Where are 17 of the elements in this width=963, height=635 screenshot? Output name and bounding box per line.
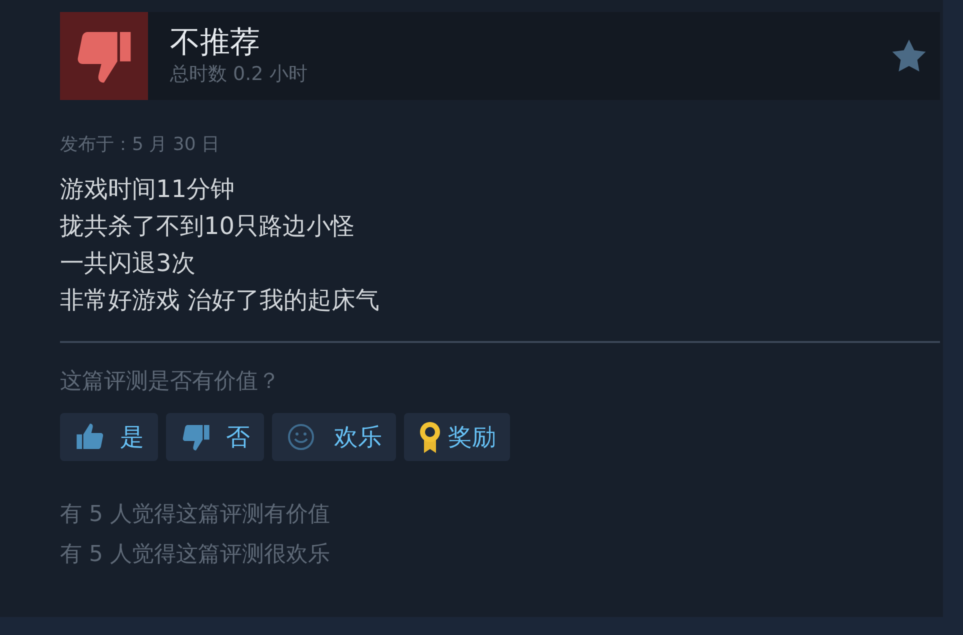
posted-date: 发布于：5 月 30 日	[60, 133, 220, 157]
vote-button[interactable]: 是	[60, 413, 158, 461]
vote-count-text: 有 5 人觉得这篇评测有价值	[60, 501, 330, 529]
review-text-line: 一共闪退3次	[60, 248, 196, 279]
review-text-line: 游戏时间11分钟	[60, 174, 235, 205]
playtime-text: 总时数 0.2 小时	[170, 62, 308, 87]
star-icon[interactable]	[890, 38, 928, 74]
review-text-line: 非常好游戏 治好了我的起床气	[60, 285, 380, 316]
helpful-question: 这篇评测是否有价值？	[60, 368, 280, 396]
vote-button[interactable]: 奖励	[404, 413, 510, 461]
vote-button[interactable]: 欢乐	[272, 413, 396, 461]
award-ribbon-icon	[418, 420, 442, 454]
vote-count-text: 有 5 人觉得这篇评测很欢乐	[60, 541, 330, 569]
review-text-line: 拢共杀了不到10只路边小怪	[60, 211, 355, 242]
review-verdict: 不推荐	[170, 25, 261, 61]
vote-button[interactable]: 否	[166, 413, 264, 461]
smiley-icon	[286, 422, 316, 452]
